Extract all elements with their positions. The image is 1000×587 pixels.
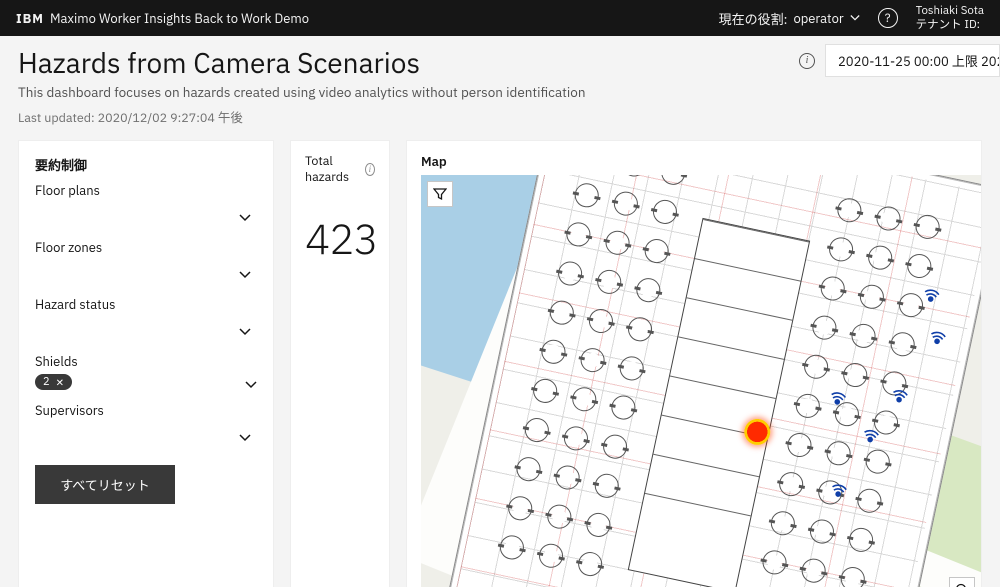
total-hazards-card: Total hazards i 423: [290, 140, 390, 587]
chevron-down-icon: [850, 13, 860, 23]
filter-chip-shields[interactable]: 2 ✕: [35, 374, 72, 390]
role-value: operator: [793, 10, 843, 27]
filter-label: Hazard status: [35, 296, 257, 313]
chevron-down-icon: [239, 323, 251, 335]
beacon-icon[interactable]: [859, 426, 883, 450]
magnifier-plus-icon: [955, 583, 969, 587]
beacon-icon[interactable]: [926, 327, 950, 351]
top-bar: IBM Maximo Worker Insights Back to Work …: [0, 0, 1000, 36]
map-card: Map: [406, 140, 982, 587]
user-name: Toshiaki Sota: [916, 4, 984, 18]
beacon-icon[interactable]: [888, 386, 912, 410]
zoom-in-button[interactable]: [949, 577, 975, 587]
filter-supervisors[interactable]: Supervisors: [35, 402, 257, 447]
chevron-down-icon: [239, 429, 251, 441]
tenant-label: テナント ID:: [916, 18, 984, 32]
map-viewport[interactable]: [421, 175, 981, 587]
map-filter-button[interactable]: [427, 181, 453, 207]
beacon-icon[interactable]: [919, 285, 943, 309]
map-title: Map: [421, 153, 981, 170]
filter-floor-plans[interactable]: Floor plans: [35, 182, 257, 227]
chevron-down-icon: [239, 209, 251, 221]
page-body: i 2020-11-25 00:00 上限 2020-12- Hazards f…: [0, 36, 1000, 587]
role-label: 現在の役割:: [719, 9, 788, 28]
role-switcher[interactable]: 現在の役割: operator: [719, 9, 860, 28]
ibm-logo: IBM: [16, 10, 44, 27]
last-updated: Last updated: 2020/12/02 9:27:04 午後: [18, 107, 586, 126]
product-title: Maximo Worker Insights Back to Work Demo: [50, 10, 309, 27]
reset-all-button[interactable]: すべてリセット: [35, 465, 175, 504]
filter-hazard-status[interactable]: Hazard status: [35, 296, 257, 341]
beacon-icon[interactable]: [826, 388, 850, 412]
chevron-down-icon: [239, 266, 251, 278]
dashboard-grid: 要約制御 Floor plans Floor zones Hazard stat…: [18, 140, 982, 587]
user-info[interactable]: Toshiaki Sota テナント ID:: [916, 4, 984, 32]
filter-label: Shields: [35, 353, 257, 370]
info-icon[interactable]: i: [799, 53, 815, 69]
page-title: Hazards from Camera Scenarios: [18, 44, 586, 81]
beacon-icon[interactable]: [827, 480, 851, 504]
filter-label: Floor zones: [35, 239, 257, 256]
filter-label: Supervisors: [35, 402, 257, 419]
filter-label: Floor plans: [35, 182, 257, 199]
help-icon[interactable]: ?: [878, 8, 898, 28]
stat-value: 423: [305, 211, 375, 266]
filter-shields[interactable]: Shields 2 ✕: [35, 353, 257, 390]
info-icon[interactable]: i: [365, 163, 375, 176]
chevron-down-icon: [245, 376, 257, 388]
stat-title: Total hazards: [305, 153, 361, 185]
filter-group-title: 要約制御: [35, 155, 257, 174]
date-range-picker[interactable]: 2020-11-25 00:00 上限 2020-12-: [825, 44, 1000, 77]
date-range-row: i 2020-11-25 00:00 上限 2020-12-: [799, 44, 1000, 77]
close-icon[interactable]: ✕: [56, 376, 64, 389]
filter-floor-zones[interactable]: Floor zones: [35, 239, 257, 284]
filter-panel: 要約制御 Floor plans Floor zones Hazard stat…: [18, 140, 274, 587]
filter-icon: [433, 187, 447, 201]
chip-count: 2: [43, 375, 50, 389]
page-subtitle: This dashboard focuses on hazards create…: [18, 83, 586, 101]
